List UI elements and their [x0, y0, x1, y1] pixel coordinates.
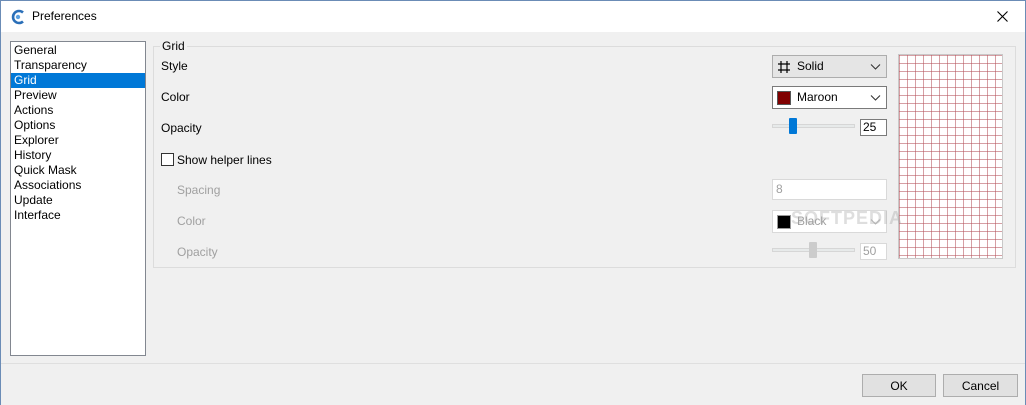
spacing-label: Spacing — [177, 183, 221, 197]
nav-item-actions[interactable]: Actions — [11, 103, 145, 118]
spacing-input[interactable]: 8 — [772, 179, 887, 200]
cancel-button[interactable]: Cancel — [943, 374, 1018, 397]
nav-item-update[interactable]: Update — [11, 193, 145, 208]
nav-item-history[interactable]: History — [11, 148, 145, 163]
close-icon — [996, 10, 1008, 22]
dialog-footer: OK Cancel — [1, 363, 1025, 405]
color-dropdown[interactable]: Maroon — [772, 86, 887, 109]
window-title: Preferences — [32, 9, 97, 23]
nav-item-options[interactable]: Options — [11, 118, 145, 133]
grid-preview — [898, 54, 1003, 259]
grid-hash-icon — [778, 60, 790, 73]
category-list[interactable]: General Transparency Grid Preview Action… — [10, 41, 146, 356]
color-swatch — [777, 90, 791, 105]
nav-item-grid[interactable]: Grid — [11, 73, 145, 88]
helper-opacity-slider-thumb[interactable] — [809, 242, 817, 258]
nav-item-preview[interactable]: Preview — [11, 88, 145, 103]
helper-opacity-label: Opacity — [177, 245, 218, 259]
opacity-slider-thumb[interactable] — [789, 118, 797, 134]
grid-group-box — [153, 46, 1016, 268]
chevron-down-icon — [870, 95, 881, 101]
show-helper-lines-label[interactable]: Show helper lines — [177, 153, 272, 167]
nav-item-interface[interactable]: Interface — [11, 208, 145, 223]
app-logo-icon — [11, 9, 24, 25]
title-bar: Preferences — [1, 1, 1025, 32]
opacity-label: Opacity — [161, 121, 202, 135]
chevron-down-icon — [870, 64, 881, 70]
helper-opacity-value-box[interactable]: 50 — [860, 243, 887, 260]
style-value: Solid — [797, 59, 824, 73]
color-label: Color — [161, 90, 190, 104]
ok-button[interactable]: OK — [862, 374, 936, 397]
nav-item-quick-mask[interactable]: Quick Mask — [11, 163, 145, 178]
helper-color-label: Color — [177, 214, 206, 228]
opacity-slider-track[interactable] — [772, 124, 855, 128]
helper-color-swatch — [777, 214, 791, 229]
grid-group-title: Grid — [160, 39, 187, 53]
style-label: Style — [161, 59, 188, 73]
nav-item-transparency[interactable]: Transparency — [11, 58, 145, 73]
watermark: SOFTPEDIA — [791, 208, 904, 228]
nav-item-general[interactable]: General — [11, 43, 145, 58]
nav-item-explorer[interactable]: Explorer — [11, 133, 145, 148]
color-value: Maroon — [797, 90, 838, 104]
nav-item-associations[interactable]: Associations — [11, 178, 145, 193]
opacity-value-box[interactable]: 25 — [860, 119, 887, 136]
preferences-window: Preferences General Transparency Grid Pr… — [0, 0, 1026, 405]
show-helper-lines-checkbox[interactable] — [161, 153, 174, 166]
style-dropdown[interactable]: Solid — [772, 55, 887, 78]
close-button[interactable] — [979, 1, 1025, 31]
